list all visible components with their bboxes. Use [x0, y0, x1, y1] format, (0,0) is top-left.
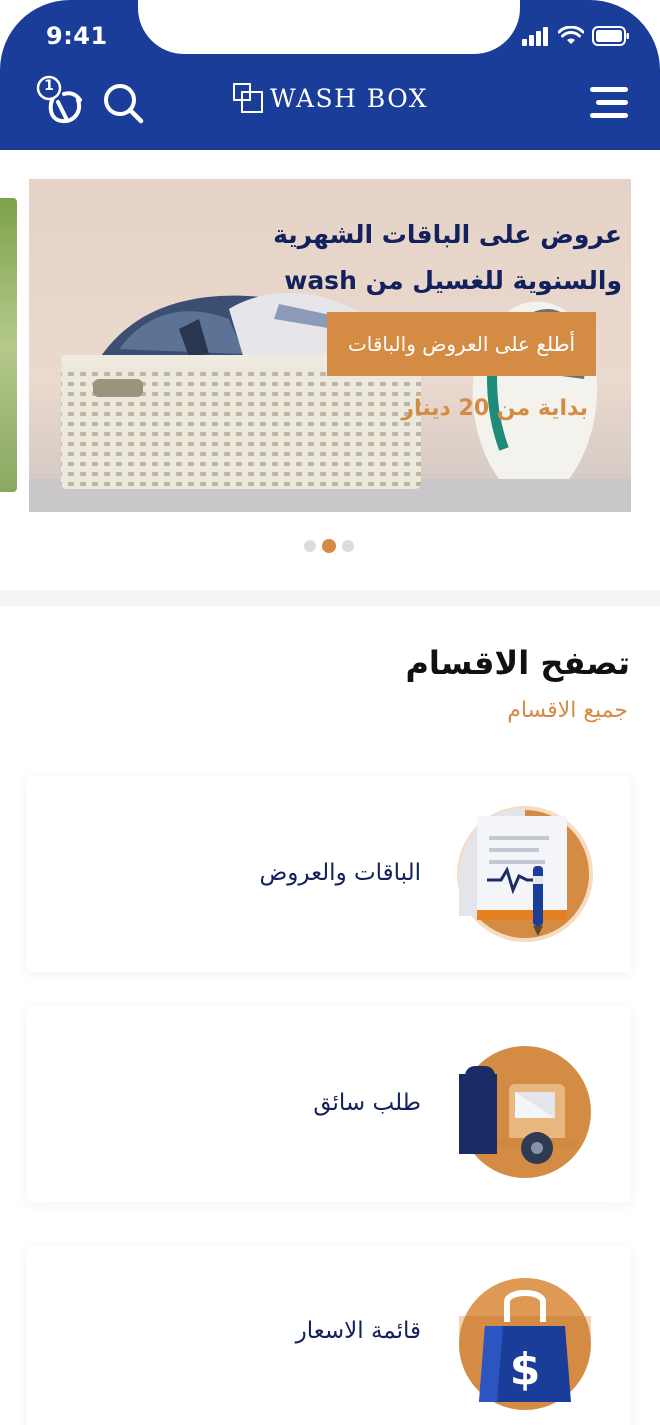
section-divider	[0, 590, 660, 606]
carousel-pagination	[304, 539, 354, 553]
section-title: تصفح الاقسام	[405, 644, 630, 682]
all-categories-link[interactable]: جميع الاقسام	[507, 698, 628, 723]
category-label: قائمة الاسعار	[295, 1318, 421, 1344]
cart-badge: 1	[44, 78, 54, 94]
cart-button[interactable]: 1	[34, 74, 88, 126]
logo-mark-icon	[233, 83, 263, 113]
pagination-dot-active[interactable]	[322, 539, 336, 553]
device-notch	[138, 0, 520, 54]
search-button[interactable]	[102, 82, 144, 128]
signal-icon	[522, 27, 548, 46]
pagination-dot[interactable]	[342, 540, 354, 552]
battery-icon	[592, 26, 629, 46]
category-label: الباقات والعروض	[259, 860, 421, 886]
category-label: طلب سائق	[313, 1090, 421, 1116]
app-logo: WASH BOX	[232, 82, 428, 114]
status-icons	[522, 26, 630, 46]
search-icon	[104, 84, 144, 124]
price-bag-icon: $	[459, 1278, 591, 1410]
banner-title: عروض على الباقات الشهرية والسنوية للغسيل…	[273, 220, 622, 295]
category-card-packages[interactable]: الباقات والعروض	[27, 776, 631, 972]
category-card-price-list[interactable]: قائمة الاسعار $	[27, 1246, 631, 1425]
app-name: WASH BOX	[270, 83, 429, 113]
app-screen: 9:41 1 WASH BOX عروض على الباقات الشهرية…	[0, 0, 660, 1425]
previous-slide-peek[interactable]	[0, 198, 17, 492]
banner-price: بداية من 20 دينار	[401, 396, 588, 421]
category-card-driver[interactable]: طلب سائق	[27, 1006, 631, 1202]
wifi-icon	[558, 26, 584, 44]
menu-icon	[590, 87, 628, 118]
banner-cta-button[interactable]: أطلع على العروض والباقات	[327, 312, 596, 376]
menu-button[interactable]	[590, 86, 630, 124]
status-time: 9:41	[46, 22, 108, 50]
svg-text:$: $	[510, 1344, 541, 1395]
document-pen-icon	[457, 806, 593, 942]
delivery-truck-icon	[459, 1046, 591, 1178]
pagination-dot[interactable]	[304, 540, 316, 552]
